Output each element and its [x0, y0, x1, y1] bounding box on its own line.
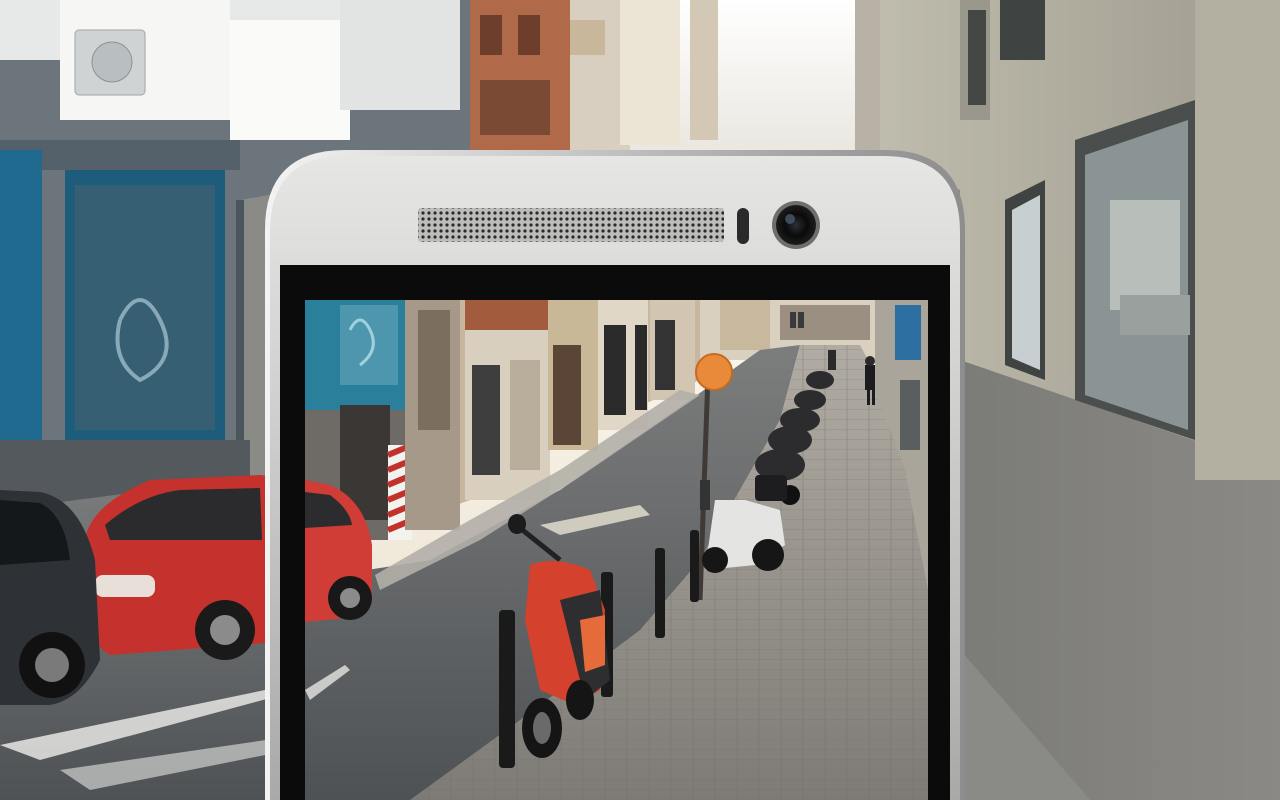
speaker-grille-icon — [418, 208, 724, 242]
sensor-icon — [737, 208, 749, 244]
bollard — [499, 610, 515, 768]
left-trim — [0, 150, 42, 450]
phone-screen — [305, 300, 928, 800]
scene-svg — [0, 0, 1280, 800]
street-sign — [895, 305, 921, 360]
scene — [0, 0, 1280, 800]
